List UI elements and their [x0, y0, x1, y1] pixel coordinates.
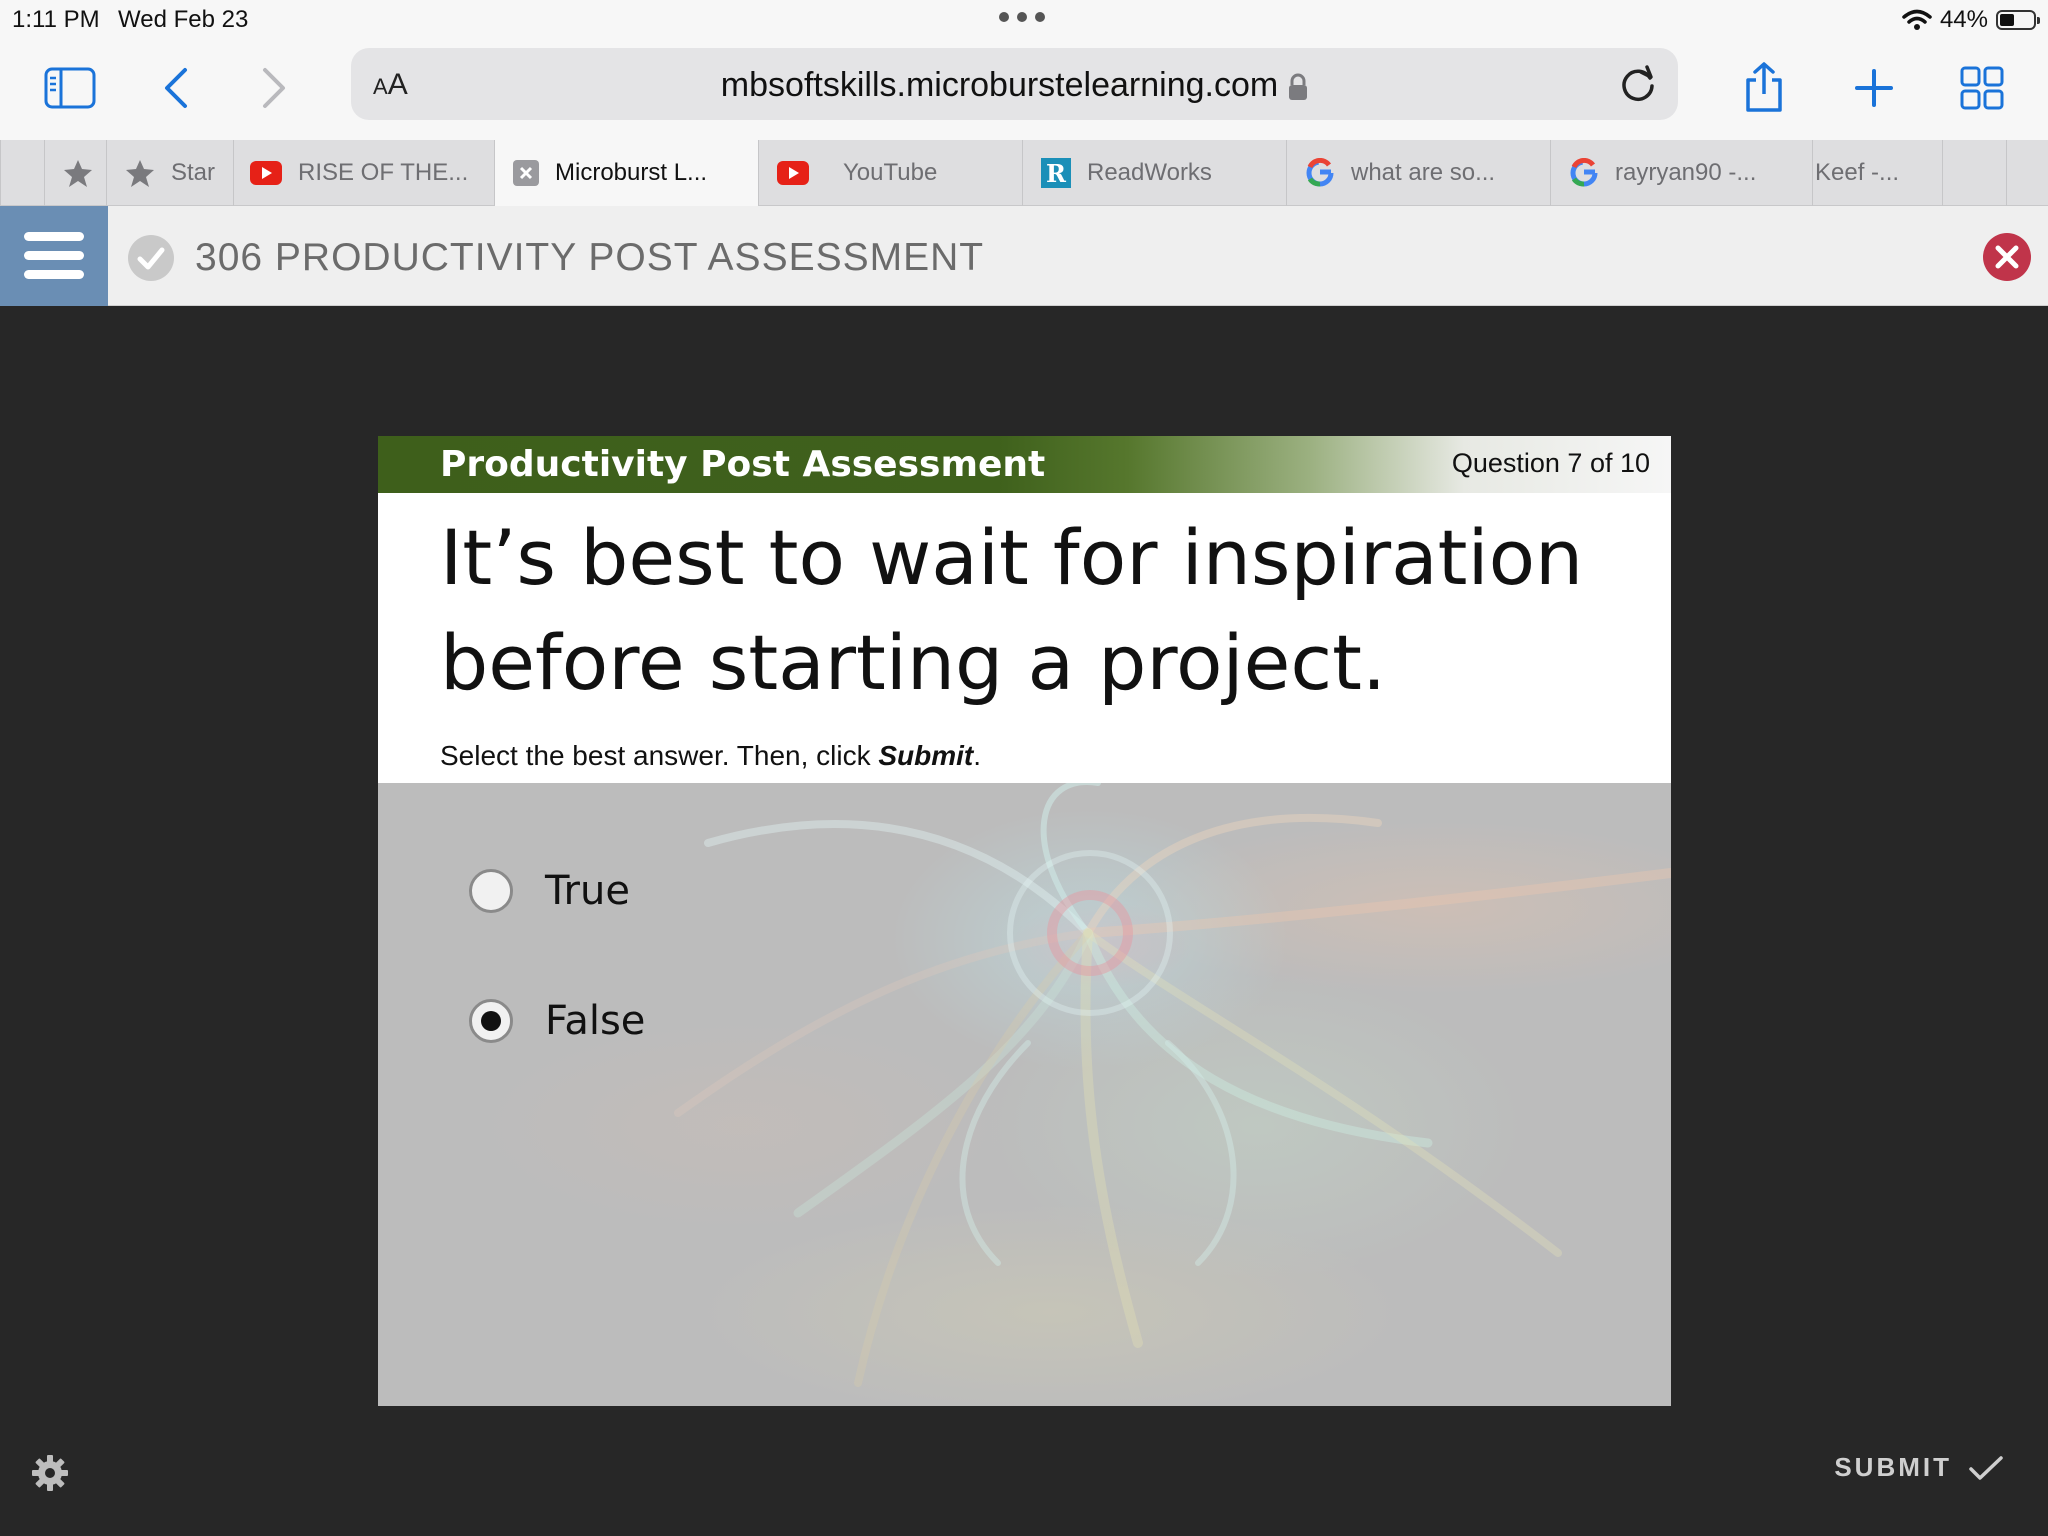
google-icon [1569, 158, 1599, 188]
back-icon[interactable] [148, 60, 204, 116]
google-icon [1305, 158, 1335, 188]
url-text[interactable]: mbsoftskills.microburstelearning.com [721, 66, 1278, 104]
course-header: 306 PRODUCTIVITY POST ASSESSMENT [0, 206, 2048, 306]
tab-label: YouTube [843, 159, 938, 186]
checkmark-icon [1969, 1455, 2003, 1480]
status-time: 1:11 PM [12, 6, 100, 33]
tab-pinned-star[interactable] [44, 140, 106, 206]
option-false[interactable]: False [469, 993, 645, 1049]
tab-microburst[interactable]: Microburst L... [494, 140, 758, 206]
tab-label: RISE OF THE... [298, 159, 469, 186]
question-area: It’s best to wait for inspiration before… [378, 493, 1671, 783]
reload-icon[interactable] [1614, 60, 1662, 108]
tab-rise-of-the[interactable]: RISE OF THE... [233, 140, 494, 206]
assessment-slide: Productivity Post Assessment Question 7 … [378, 436, 1671, 1406]
course-title: 306 PRODUCTIVITY POST ASSESSMENT [195, 236, 985, 279]
readworks-icon: R [1041, 158, 1071, 188]
youtube-icon [777, 161, 809, 185]
option-true[interactable]: True [469, 863, 630, 919]
tab-label: Microburst L... [555, 159, 708, 186]
close-icon[interactable] [513, 160, 539, 186]
battery-icon [1996, 10, 2040, 30]
battery-percent: 44% [1939, 6, 1988, 33]
browser-toolbar: AA mbsoftskills.microburstelearning.com [0, 42, 2048, 140]
instruction-suffix: . [973, 740, 982, 771]
status-date: Wed Feb 23 [118, 6, 249, 33]
instruction-prefix: Select the best answer. Then, click [440, 740, 879, 771]
forward-icon[interactable] [246, 60, 302, 116]
tab-label: what are so... [1351, 159, 1496, 186]
answer-area: True False [378, 783, 1671, 1406]
star-icon [63, 158, 93, 188]
multitasking-dots-icon[interactable] [999, 12, 1049, 26]
tab-label: Star [171, 159, 216, 186]
address-bar[interactable]: AA mbsoftskills.microburstelearning.com [351, 48, 1678, 120]
youtube-icon [250, 161, 282, 185]
tab-youtube[interactable]: YouTube [758, 140, 1022, 206]
tab-edge [2006, 140, 2048, 206]
question-counter: Question 7 of 10 [1451, 448, 1650, 478]
status-indicators: 44% [1902, 6, 2040, 34]
tab-google-search[interactable]: what are so... [1286, 140, 1550, 206]
tab-label: ReadWorks [1087, 159, 1212, 186]
new-tab-icon[interactable] [1846, 60, 1902, 116]
instruction-text: Select the best answer. Then, click Subm… [440, 740, 981, 772]
share-icon[interactable] [1736, 60, 1792, 116]
menu-button[interactable] [0, 206, 108, 306]
tab-bar: Star RISE OF THE... Microburst L... YouT… [0, 140, 2048, 206]
option-label: False [545, 998, 646, 1044]
instruction-emphasis: Submit [878, 740, 974, 771]
tab-keef[interactable]: Keef -... [1812, 140, 1942, 206]
svg-text:R: R [1046, 159, 1067, 188]
slide-banner: Productivity Post Assessment Question 7 … [378, 436, 1671, 493]
radio-false[interactable] [469, 999, 513, 1043]
submit-button[interactable]: SUBMIT [1834, 1452, 2004, 1483]
radio-true[interactable] [469, 869, 513, 913]
wifi-icon [1902, 9, 1932, 30]
slide-banner-title: Productivity Post Assessment [440, 444, 1046, 485]
star-icon [125, 158, 155, 188]
tab-star[interactable]: Star [106, 140, 233, 206]
tab-readworks[interactable]: R ReadWorks [1022, 140, 1286, 206]
tab-edge [0, 140, 44, 206]
tab-label: rayryan90 -... [1615, 159, 1757, 186]
submit-label: SUBMIT [1834, 1452, 1952, 1482]
option-label: True [545, 868, 630, 914]
sidebar-icon[interactable] [42, 60, 98, 116]
tab-spacer [1942, 140, 2006, 206]
tab-google-rayryan[interactable]: rayryan90 -... [1550, 140, 1812, 206]
close-course-button[interactable] [1982, 232, 2032, 282]
status-bar: 1:11 PM Wed Feb 23 44% [0, 0, 2048, 42]
question-text: It’s best to wait for inspiration before… [440, 513, 1584, 707]
tab-overview-icon[interactable] [1954, 60, 2010, 116]
tab-label: Keef -... [1815, 159, 1900, 186]
lock-icon [1289, 73, 1308, 101]
gear-icon[interactable] [31, 1454, 69, 1492]
check-circle-icon [128, 235, 174, 281]
